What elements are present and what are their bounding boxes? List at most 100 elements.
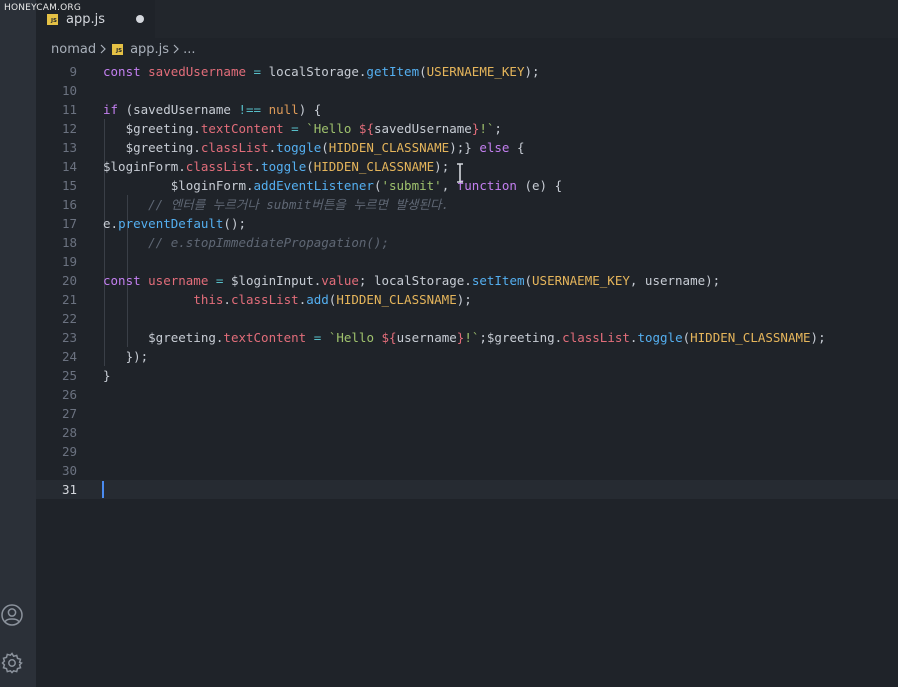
code-token: . xyxy=(268,140,277,155)
line-number: 26 xyxy=(61,387,77,402)
code-line[interactable]: 14 $loginForm.classList.toggle(HIDDEN_CLA… xyxy=(36,157,898,176)
code-line[interactable]: 28 xyxy=(36,423,898,442)
code-token: USERNAEME_KEY xyxy=(532,273,630,288)
code-text: // e.stopImmediatePropagation(); xyxy=(103,233,389,252)
code-line[interactable]: 23 $greeting.textContent = `Hello ${user… xyxy=(36,328,898,347)
code-token: $greeting. xyxy=(103,121,201,136)
code-token: ;$greeting. xyxy=(479,330,563,345)
code-text: } xyxy=(103,366,111,385)
code-text: // 엔터를 누르거나 submit버튼을 누르면 발생된다. xyxy=(103,195,449,214)
code-line[interactable]: 20 const username = $loginInput.value; lo… xyxy=(36,271,898,290)
code-token: preventDefault xyxy=(118,216,224,231)
code-token: ); xyxy=(434,159,450,174)
code-line[interactable]: 13 $greeting.classList.toggle(HIDDEN_CLA… xyxy=(36,138,898,157)
code-token: savedUsername xyxy=(148,64,246,79)
line-number: 21 xyxy=(61,292,77,307)
code-line[interactable]: 15 $loginForm.addEventListener('submit',… xyxy=(36,176,898,195)
line-number: 16 xyxy=(61,197,77,212)
code-token: !== xyxy=(238,102,262,117)
code-token: HIDDEN_CLASSNAME xyxy=(328,140,450,155)
breadcrumb-file[interactable]: app.js xyxy=(130,42,169,57)
line-number: 31 xyxy=(61,482,77,497)
code-line[interactable]: 17 e.preventDefault(); xyxy=(36,214,898,233)
chevron-right-icon xyxy=(99,44,107,54)
line-number: 30 xyxy=(61,463,77,478)
code-token: $loginForm. xyxy=(103,159,186,174)
code-token: // 엔터를 누르거나 submit버튼을 누르면 발생된다. xyxy=(103,197,450,212)
code-token: localStorage. xyxy=(261,64,367,79)
code-token: , username); xyxy=(629,273,721,288)
code-token: ${ xyxy=(358,121,374,136)
code-line[interactable]: 19 xyxy=(36,252,898,271)
code-line[interactable]: 12 $greeting.textContent = `Hello ${save… xyxy=(36,119,898,138)
line-number: 15 xyxy=(61,178,77,193)
code-token: ( xyxy=(682,330,691,345)
code-token: ( xyxy=(306,159,314,174)
code-line[interactable]: 29 xyxy=(36,442,898,461)
line-number: 22 xyxy=(61,311,77,326)
code-line[interactable]: 22 xyxy=(36,309,898,328)
code-line[interactable]: 10 xyxy=(36,81,898,100)
breadcrumb-folder[interactable]: nomad xyxy=(51,42,96,57)
code-token: ) { xyxy=(298,102,322,117)
code-text: $greeting.textContent = `Hello ${usernam… xyxy=(103,328,825,347)
code-token: }); xyxy=(103,349,149,364)
line-number: 9 xyxy=(69,64,77,79)
code-token: else xyxy=(479,140,510,155)
activity-bar xyxy=(0,0,36,687)
code-token: ); xyxy=(524,64,540,79)
account-icon[interactable] xyxy=(0,603,24,627)
code-text: if (savedUsername !== null) { xyxy=(103,100,321,119)
js-file-icon: JS xyxy=(47,13,58,25)
code-editor[interactable]: 9 const savedUsername = localStorage.getI… xyxy=(36,62,898,687)
code-token: if xyxy=(103,102,126,117)
text-caret xyxy=(102,481,104,498)
code-line[interactable]: 31 xyxy=(36,480,898,499)
code-line[interactable]: 18 // e.stopImmediatePropagation(); xyxy=(36,233,898,252)
code-line[interactable]: 9 const savedUsername = localStorage.getI… xyxy=(36,62,898,81)
code-line[interactable]: 26 xyxy=(36,385,898,404)
code-token: . xyxy=(223,292,231,307)
code-text: $loginForm.classList.toggle(HIDDEN_CLASS… xyxy=(103,157,449,176)
code-line[interactable]: 21 this.classList.add(HIDDEN_CLASSNAME); xyxy=(36,290,898,309)
unsaved-dot-icon[interactable] xyxy=(136,15,144,23)
code-token: getItem xyxy=(366,64,420,79)
gear-icon[interactable] xyxy=(0,651,24,675)
code-line[interactable]: 24 }); xyxy=(36,347,898,366)
text-cursor-icon xyxy=(457,163,463,183)
code-token: . xyxy=(253,159,262,174)
code-token: classList xyxy=(200,140,269,155)
code-text: $loginForm.addEventListener('submit', fu… xyxy=(103,176,562,195)
code-token: $greeting. xyxy=(103,140,201,155)
code-token: // e.stopImmediatePropagation(); xyxy=(103,235,389,250)
code-token: (savedUsername xyxy=(125,102,239,117)
code-token: function xyxy=(456,178,517,193)
chevron-right-icon xyxy=(172,44,180,54)
code-line[interactable]: 27 xyxy=(36,404,898,423)
code-text: $greeting.classList.toggle(HIDDEN_CLASSN… xyxy=(103,138,525,157)
code-token: );} xyxy=(449,140,480,155)
code-token: !` xyxy=(479,121,495,136)
line-number: 17 xyxy=(61,216,77,231)
line-number: 19 xyxy=(61,254,77,269)
code-token: $loginInput. xyxy=(223,273,322,288)
code-token: HIDDEN_CLASSNAME xyxy=(313,159,435,174)
code-token: (e) { xyxy=(516,178,563,193)
code-line[interactable]: 16 // 엔터를 누르거나 submit버튼을 누르면 발생된다. xyxy=(36,195,898,214)
code-token: } xyxy=(103,368,111,383)
code-token: username xyxy=(396,330,457,345)
code-token: `Hello xyxy=(328,330,382,345)
code-text: }); xyxy=(103,347,149,366)
code-line[interactable]: 25} xyxy=(36,366,898,385)
breadcrumb-ellipsis[interactable]: ... xyxy=(183,42,195,57)
code-line[interactable]: 11 if (savedUsername !== null) { xyxy=(36,100,898,119)
code-token: = xyxy=(291,121,299,136)
code-token: toggle xyxy=(261,159,307,174)
code-line[interactable]: 30 xyxy=(36,461,898,480)
code-token: const xyxy=(103,64,149,79)
code-text: e.preventDefault(); xyxy=(103,214,246,233)
code-token: value xyxy=(321,273,359,288)
line-number: 13 xyxy=(61,140,77,155)
